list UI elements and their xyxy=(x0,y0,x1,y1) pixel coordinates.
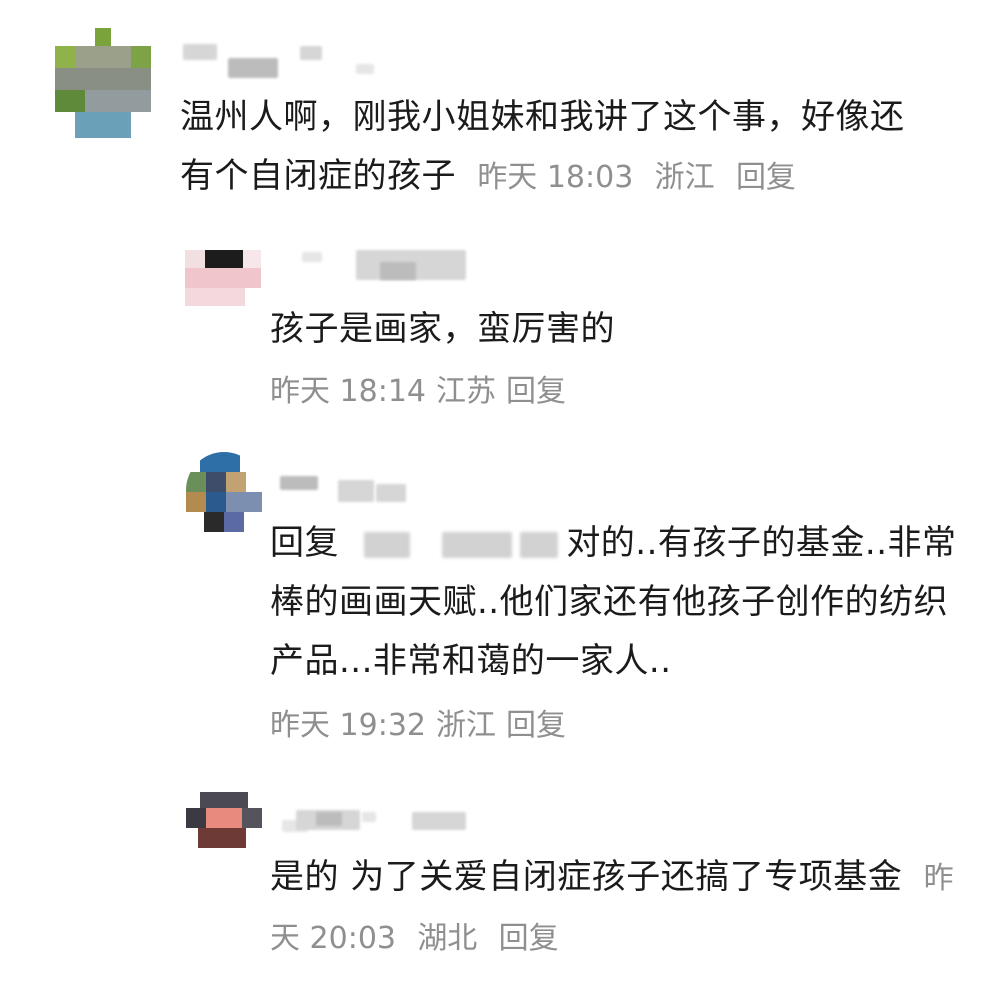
comment-body: 孩子是画家，蛮厉害的 xyxy=(270,309,615,349)
comment-location: 江苏 xyxy=(436,374,496,409)
reply-button[interactable]: 回复 xyxy=(736,160,796,195)
comment-time: 昨天 19:32 xyxy=(270,708,426,743)
comment-text: 回复 对的..有孩子的基金..非常棒的画画天赋..他们家还有他孩子创作的纺织产品… xyxy=(270,514,960,691)
comment-meta: 昨天 18:14 江苏 回复 xyxy=(270,372,576,412)
comment-text: 是的 为了关爱自闭症孩子还搞了专项基金 昨天 20:03 湖北 回复 xyxy=(270,848,960,968)
reply-button[interactable]: 回复 xyxy=(506,708,566,743)
comment-location: 湖北 xyxy=(417,921,478,956)
avatar[interactable] xyxy=(55,28,151,138)
comment-body: 是的 为了关爱自闭症孩子还搞了专项基金 xyxy=(270,857,903,897)
comment-time: 昨天 18:03 xyxy=(477,160,634,195)
avatar[interactable] xyxy=(185,250,261,306)
comment-location: 浙江 xyxy=(654,160,715,195)
avatar[interactable] xyxy=(186,452,262,532)
reply-button[interactable]: 回复 xyxy=(506,374,566,409)
reply-button[interactable]: 回复 xyxy=(499,921,559,956)
avatar[interactable] xyxy=(186,792,262,848)
reply-prefix: 回复 xyxy=(270,523,339,563)
comment-time: 昨天 18:14 xyxy=(270,374,426,409)
replied-username[interactable] xyxy=(350,523,566,563)
comment-meta: 昨天 19:32 浙江 回复 xyxy=(270,706,576,746)
comment-text: 温州人啊，刚我小姐妹和我讲了这个事，好像还有个自闭症的孩子 昨天 18:03 浙… xyxy=(180,88,930,207)
comment-location: 浙江 xyxy=(436,708,496,743)
